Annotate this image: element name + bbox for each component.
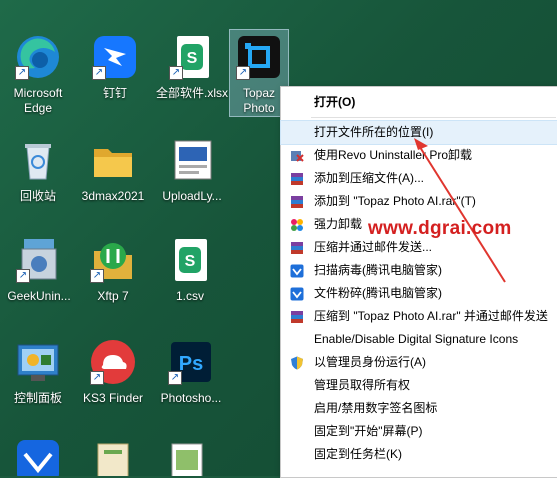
shortcut-arrow-icon: ↗ (16, 269, 30, 283)
shortcut-arrow-icon: ↗ (15, 66, 29, 80)
desktop-icon-csv[interactable]: S 1.csv (155, 235, 225, 304)
csv-file-icon: S (165, 235, 215, 285)
menu-item-label: 打开文件所在的位置(I) (314, 125, 434, 139)
menu-item-label: 压缩并通过邮件发送... (314, 240, 433, 254)
shortcut-arrow-icon: ↗ (90, 371, 104, 385)
edge-icon: ↗ (13, 32, 63, 82)
menu-item-pin-to-start[interactable]: 固定到"开始"屏幕(P) (281, 420, 557, 443)
tencent-pc-manager-icon (13, 436, 63, 476)
menu-item-label: 压缩到 "Topaz Photo AI.rar" 并通过邮件发送 (314, 309, 548, 323)
menu-item-revo-uninstall[interactable]: 使用Revo Uninstaller Pro卸载 (281, 144, 557, 167)
recycle-bin-icon (13, 135, 63, 185)
desktop-icon-ks3-finder[interactable]: ↗ KS3 Finder (78, 337, 148, 406)
control-panel-icon (13, 337, 63, 387)
menu-item-open-file-location[interactable]: 打开文件所在的位置(I) (280, 120, 557, 145)
menu-item-pin-to-taskbar[interactable]: 固定到任务栏(K) (281, 443, 557, 466)
xftp-icon: ↗ (88, 235, 138, 285)
menu-item-label: 管理员取得所有权 (314, 378, 411, 392)
desktop-icon-partial-1[interactable] (10, 436, 66, 476)
menu-item-compress-topaz-and-email[interactable]: 压缩到 "Topaz Photo AI.rar" 并通过邮件发送 (281, 305, 557, 328)
geek-uninstaller-icon: ↗ (14, 235, 64, 285)
uninstall-icon (291, 219, 303, 231)
desktop-icon-photoshop[interactable]: Ps ↗ Photosho... (156, 337, 226, 406)
menu-item-label: 以管理员身份运行(A) (314, 355, 426, 369)
shortcut-arrow-icon: ↗ (168, 371, 182, 385)
menu-item-open[interactable]: 打开(O) (281, 91, 557, 114)
menu-item-label: 强力卸载 (314, 217, 363, 231)
watermark: www.dgrai.com (368, 218, 512, 239)
icon-label: 全部软件.xlsx (155, 86, 228, 100)
menu-item-label: 固定到任务栏(K) (314, 447, 402, 461)
menu-item-label: 打开(O) (314, 95, 356, 109)
menu-item-label: 使用Revo Uninstaller Pro卸载 (314, 148, 473, 162)
icon-label: 1.csv (175, 289, 204, 303)
shortcut-arrow-icon: ↗ (236, 66, 250, 80)
winrar-icon (291, 311, 303, 323)
desktop-icon-xftp[interactable]: ↗ Xftp 7 (78, 235, 148, 304)
topaz-photo-icon: ↗ (234, 32, 284, 82)
menu-item-label: 文件粉碎(腾讯电脑管家) (314, 286, 442, 300)
icon-label: Photosho... (160, 391, 222, 405)
folder-icon (88, 135, 138, 185)
winrar-icon (291, 242, 303, 254)
context-menu: 打开(O) 打开文件所在的位置(I) 使用Revo Uninstaller Pr… (280, 86, 557, 478)
menu-item-label: Enable/Disable Digital Signature Icons (314, 332, 519, 346)
shortcut-arrow-icon: ↗ (90, 269, 104, 283)
tencent-shield-icon (290, 287, 304, 301)
icon-label: Xftp 7 (97, 289, 129, 303)
icon-label: 3dmax2021 (81, 189, 145, 203)
tencent-shield-icon (290, 264, 304, 278)
winrar-icon (291, 173, 303, 185)
icon-label: 控制面板 (13, 391, 62, 405)
menu-item-label: 添加到 "Topaz Photo AI.rar"(T) (314, 194, 476, 208)
desktop-icon-xlsx[interactable]: S ↗ 全部软件.xlsx (153, 32, 231, 101)
svg-text:S: S (187, 50, 198, 67)
desktop-icon-uploadly[interactable]: UploadLy... (154, 135, 230, 204)
desktop-icon-partial-2[interactable] (88, 440, 138, 476)
desktop-icon-microsoft-edge[interactable]: ↗ Microsoft Edge (3, 32, 73, 116)
desktop-icon-geekuninstaller[interactable]: ↗ GeekUnin... (3, 235, 75, 304)
svg-text:S: S (185, 253, 196, 270)
menu-item-add-to-topaz-rar[interactable]: 添加到 "Topaz Photo AI.rar"(T) (281, 190, 557, 213)
excel-file-icon: S ↗ (167, 32, 217, 82)
shortcut-arrow-icon: ↗ (169, 66, 183, 80)
desktop-icon-dingtalk[interactable]: ↗ 钉钉 (80, 32, 150, 101)
desktop-icon-control-panel[interactable]: 控制面板 (3, 337, 73, 406)
document-icon (88, 440, 138, 476)
svg-text:Ps: Ps (179, 353, 203, 375)
uac-shield-icon (291, 356, 303, 370)
icon-label: UploadLy... (162, 189, 222, 203)
menu-separator (311, 117, 556, 118)
menu-item-digital-signature-icons[interactable]: Enable/Disable Digital Signature Icons (281, 328, 557, 351)
dingtalk-icon: ↗ (90, 32, 140, 82)
desktop-icon-recycle-bin[interactable]: 回收站 (3, 135, 73, 204)
icon-label: GeekUnin... (7, 289, 71, 303)
document-icon (167, 135, 217, 185)
icon-label: KS3 Finder (82, 391, 144, 405)
shortcut-arrow-icon: ↗ (92, 66, 106, 80)
icon-label: Microsoft Edge (13, 86, 63, 115)
desktop-icon-partial-3[interactable] (162, 440, 212, 476)
menu-item-toggle-signature-icons[interactable]: 启用/禁用数字签名图标 (281, 397, 557, 420)
menu-item-label: 固定到"开始"屏幕(P) (314, 424, 423, 438)
menu-item-run-as-admin[interactable]: 以管理员身份运行(A) (281, 351, 557, 374)
menu-item-scan-virus[interactable]: 扫描病毒(腾讯电脑管家) (281, 259, 557, 282)
document-icon (162, 440, 212, 476)
ks3-finder-icon: ↗ (88, 337, 138, 387)
winrar-icon (291, 196, 303, 208)
icon-label: 回收站 (19, 189, 56, 203)
menu-item-label: 添加到压缩文件(A)... (314, 171, 424, 185)
revo-uninstaller-icon (291, 151, 304, 162)
icon-label: 钉钉 (102, 86, 127, 100)
menu-item-add-to-archive[interactable]: 添加到压缩文件(A)... (281, 167, 557, 190)
menu-item-label: 扫描病毒(腾讯电脑管家) (314, 263, 442, 277)
photoshop-icon: Ps ↗ (166, 337, 216, 387)
desktop-icon-3dmax2021[interactable]: 3dmax2021 (78, 135, 148, 204)
menu-item-take-ownership[interactable]: 管理员取得所有权 (281, 374, 557, 397)
menu-item-label: 启用/禁用数字签名图标 (314, 401, 438, 415)
menu-item-file-shred[interactable]: 文件粉碎(腾讯电脑管家) (281, 282, 557, 305)
